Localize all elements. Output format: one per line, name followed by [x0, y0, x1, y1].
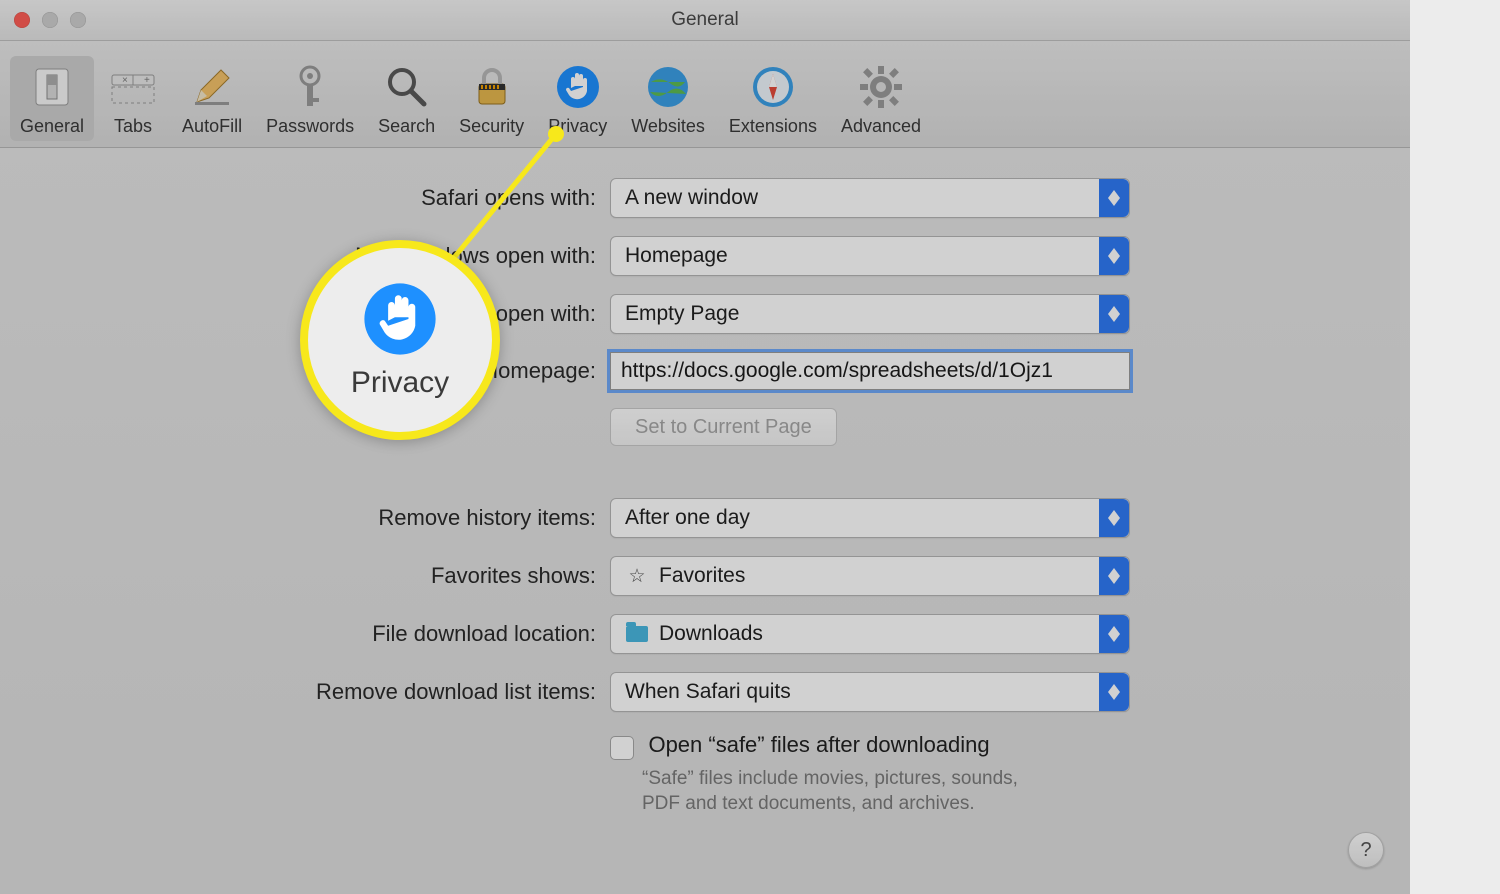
select-value: Downloads — [659, 622, 763, 646]
preferences-window: General General × + — [0, 0, 1410, 894]
chevron-updown-icon — [1099, 499, 1129, 537]
toolbar-item-autofill[interactable]: AutoFill — [172, 56, 252, 141]
close-window-button[interactable] — [14, 12, 30, 28]
chevron-updown-icon — [1099, 673, 1129, 711]
key-icon — [285, 62, 335, 112]
toolbar-item-passwords[interactable]: Passwords — [256, 56, 364, 141]
gear-icon — [856, 62, 906, 112]
titlebar: General — [0, 0, 1410, 41]
set-to-current-page-button[interactable]: Set to Current Page — [610, 408, 837, 446]
hand-stop-icon — [553, 62, 603, 112]
safe-files-help-text: “Safe” files include movies, pictures, s… — [642, 766, 1022, 817]
toolbar-item-extensions[interactable]: Extensions — [719, 56, 827, 141]
select-value: After one day — [625, 506, 750, 530]
tabs-icon: × + — [108, 62, 158, 112]
toolbar-label: Search — [378, 116, 435, 137]
annotation-magnifier: Privacy — [300, 240, 500, 440]
select-value: When Safari quits — [625, 680, 791, 704]
label-favorites-shows: Favorites shows: — [0, 563, 610, 589]
checkbox-label: Open “safe” files after downloading — [648, 732, 989, 757]
label-remove-history: Remove history items: — [0, 505, 610, 531]
toolbar-item-tabs[interactable]: × + Tabs — [98, 56, 168, 141]
switch-icon — [27, 62, 77, 112]
help-button[interactable]: ? — [1348, 832, 1384, 868]
select-safari-opens-with[interactable]: A new window — [610, 178, 1130, 218]
select-favorites-shows[interactable]: ☆ Favorites — [610, 556, 1130, 596]
globe-icon — [643, 62, 693, 112]
toolbar-item-general[interactable]: General — [10, 56, 94, 141]
toolbar-item-security[interactable]: Security — [449, 56, 534, 141]
folder-icon — [625, 622, 649, 646]
chevron-updown-icon — [1099, 179, 1129, 217]
toolbar-label: Tabs — [114, 116, 152, 137]
toolbar-label: AutoFill — [182, 116, 242, 137]
chevron-updown-icon — [1099, 295, 1129, 333]
general-settings-form: Safari opens with: A new window New wind… — [0, 148, 1410, 817]
open-safe-files-checkbox-row[interactable]: Open “safe” files after downloading — [610, 732, 1150, 760]
toolbar-label: Extensions — [729, 116, 817, 137]
toolbar-item-websites[interactable]: Websites — [621, 56, 715, 141]
zoom-window-button[interactable] — [70, 12, 86, 28]
label-download-location: File download location: — [0, 621, 610, 647]
label-safari-opens-with: Safari opens with: — [0, 185, 610, 211]
select-remove-downloads[interactable]: When Safari quits — [610, 672, 1130, 712]
select-remove-history[interactable]: After one day — [610, 498, 1130, 538]
preferences-toolbar: General × + Tabs — [0, 41, 1410, 148]
question-mark-icon: ? — [1360, 839, 1371, 862]
svg-text:+: + — [144, 75, 150, 86]
lock-icon — [467, 62, 517, 112]
toolbar-label: Security — [459, 116, 524, 137]
toolbar-label: Passwords — [266, 116, 354, 137]
annotation-dot — [548, 126, 564, 142]
select-new-tabs-open[interactable]: Empty Page — [610, 294, 1130, 334]
select-new-windows-open[interactable]: Homepage — [610, 236, 1130, 276]
window-title: General — [671, 9, 739, 31]
select-value: A new window — [625, 186, 758, 210]
label-new-windows-open: New windows open with: — [0, 243, 610, 269]
svg-text:×: × — [122, 75, 128, 86]
select-value: Empty Page — [625, 302, 739, 326]
compass-icon — [748, 62, 798, 112]
toolbar-label: Advanced — [841, 116, 921, 137]
label-remove-downloads: Remove download list items: — [0, 679, 610, 705]
toolbar-label: General — [20, 116, 84, 137]
pencil-icon — [187, 62, 237, 112]
star-icon: ☆ — [625, 564, 649, 588]
annotation-label: Privacy — [351, 366, 449, 400]
select-value: Favorites — [659, 564, 745, 588]
toolbar-item-search[interactable]: Search — [368, 56, 445, 141]
magnifier-icon — [382, 62, 432, 112]
minimize-window-button[interactable] — [42, 12, 58, 28]
toolbar-item-advanced[interactable]: Advanced — [831, 56, 931, 141]
select-download-location[interactable]: Downloads — [610, 614, 1130, 654]
chevron-updown-icon — [1099, 237, 1129, 275]
select-value: Homepage — [625, 244, 728, 268]
hand-stop-icon — [361, 280, 439, 358]
chevron-updown-icon — [1099, 557, 1129, 595]
homepage-input[interactable] — [610, 352, 1130, 390]
chevron-updown-icon — [1099, 615, 1129, 653]
checkbox-icon — [610, 736, 634, 760]
button-label: Set to Current Page — [635, 416, 812, 439]
traffic-lights — [14, 12, 86, 28]
toolbar-label: Websites — [631, 116, 705, 137]
